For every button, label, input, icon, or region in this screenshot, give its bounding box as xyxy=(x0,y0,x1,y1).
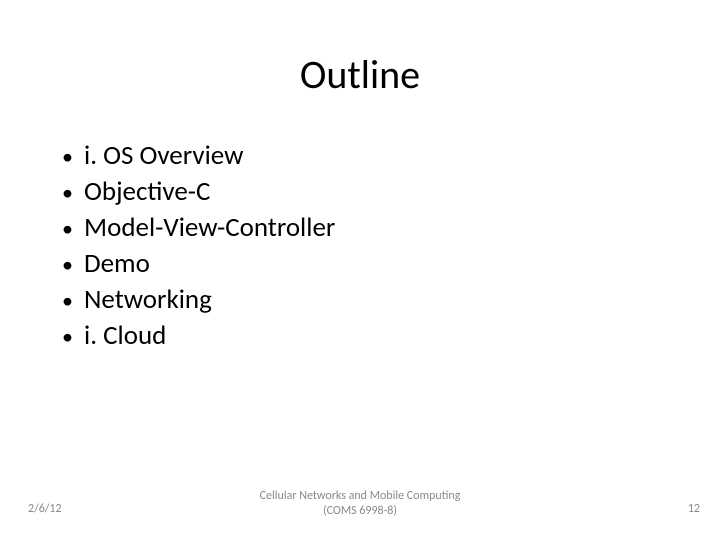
list-item: •Model-View-Controller xyxy=(62,210,335,246)
footer-center-line1: Cellular Networks and Mobile Computing xyxy=(260,489,461,505)
bullet-icon: • xyxy=(62,290,84,312)
bullet-icon: • xyxy=(62,254,84,276)
list-item-text: Demo xyxy=(84,246,150,282)
slide-title: Outline xyxy=(0,50,720,99)
slide-footer: 2/6/12 Cellular Networks and Mobile Comp… xyxy=(0,484,720,520)
footer-center: Cellular Networks and Mobile Computing (… xyxy=(260,489,461,520)
list-item-text: Networking xyxy=(84,282,212,318)
list-item: •Demo xyxy=(62,246,335,282)
footer-center-line2: (COMS 6998-8) xyxy=(260,504,461,520)
list-item: •Networking xyxy=(62,282,335,318)
list-item: •i. Cloud xyxy=(62,318,335,354)
list-item-text: i. Cloud xyxy=(84,318,166,354)
list-item: •Objective-C xyxy=(62,174,335,210)
list-item-text: Objective-C xyxy=(84,174,210,210)
bullet-icon: • xyxy=(62,146,84,168)
bullet-icon: • xyxy=(62,182,84,204)
footer-page-number: 12 xyxy=(688,502,700,516)
list-item-text: i. OS Overview xyxy=(84,138,243,174)
slide: Outline •i. OS Overview •Objective-C •Mo… xyxy=(0,0,720,540)
list-item: •i. OS Overview xyxy=(62,138,335,174)
bullet-icon: • xyxy=(62,218,84,240)
bullet-list: •i. OS Overview •Objective-C •Model-View… xyxy=(62,138,335,353)
list-item-text: Model-View-Controller xyxy=(84,210,335,246)
footer-date: 2/6/12 xyxy=(28,502,62,516)
bullet-icon: • xyxy=(62,326,84,348)
